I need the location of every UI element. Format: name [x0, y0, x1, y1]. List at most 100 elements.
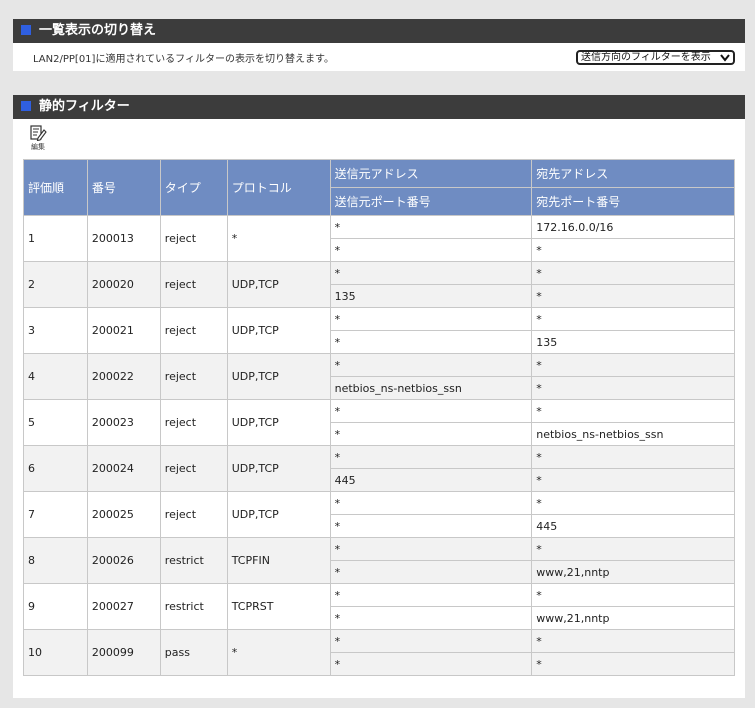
cell-dst-port: *: [531, 376, 735, 400]
cell-src-addr: *: [329, 537, 533, 561]
filter-row: 4 200022 reject UDP,TCP * *: [23, 353, 735, 400]
section-title: 静的フィルター: [39, 99, 130, 114]
cell-src-port: *: [329, 330, 533, 354]
section-header-static-filter: 静的フィルター: [13, 95, 745, 119]
cell-type: reject: [159, 445, 228, 492]
filter-row: 9 200027 restrict TCPRST * *: [23, 583, 735, 630]
cell-dst-addr: *: [531, 445, 735, 469]
cell-src-addr: *: [329, 491, 533, 515]
cell-src-port: *: [329, 606, 533, 630]
cell-order: 6: [23, 445, 88, 492]
cell-number: 200023: [86, 399, 161, 446]
cell-order: 8: [23, 537, 88, 584]
cell-type: restrict: [159, 583, 228, 630]
section-title: 一覧表示の切り替え: [39, 23, 157, 38]
cell-dst-port: www,21,nntp: [531, 560, 735, 584]
display-toggle-panel: LAN2/PP[01]に適用されているフィルターの表示を切り替えます。 送信方向…: [13, 43, 745, 71]
cell-protocol: UDP,TCP: [226, 261, 331, 308]
cell-dst-addr: *: [531, 491, 735, 515]
cell-src-addr: *: [329, 445, 533, 469]
filter-row: 3 200021 reject UDP,TCP * *: [23, 307, 735, 354]
cell-protocol: UDP,TCP: [226, 491, 331, 538]
edit-label: 編集: [31, 143, 45, 151]
cell-number: 200099: [86, 629, 161, 676]
column-header-number: 番号: [86, 159, 161, 216]
cell-dst-port: 135: [531, 330, 735, 354]
cell-src-addr: *: [329, 307, 533, 331]
cell-type: reject: [159, 261, 228, 308]
cell-dst-addr: *: [531, 261, 735, 285]
cell-src-port: *: [329, 514, 533, 538]
column-header-dst-port: 宛先ポート番号: [531, 187, 735, 216]
display-toggle-description: LAN2/PP[01]に適用されているフィルターの表示を切り替えます。: [33, 54, 334, 65]
cell-dst-port: *: [531, 652, 735, 676]
filter-row: 7 200025 reject UDP,TCP * *: [23, 491, 735, 538]
cell-dst-port: www,21,nntp: [531, 606, 735, 630]
cell-protocol: TCPRST: [226, 583, 331, 630]
filter-row: 8 200026 restrict TCPFIN * *: [23, 537, 735, 584]
filter-direction-value: 送信方向のフィルターを表示: [581, 52, 711, 63]
cell-type: reject: [159, 215, 228, 262]
cell-type: restrict: [159, 537, 228, 584]
cell-dst-addr: 172.16.0.0/16: [531, 215, 735, 239]
cell-number: 200013: [86, 215, 161, 262]
cell-src-addr: *: [329, 261, 533, 285]
cell-number: 200026: [86, 537, 161, 584]
cell-order: 2: [23, 261, 88, 308]
filter-direction-select[interactable]: 送信方向のフィルターを表示: [576, 50, 735, 65]
cell-number: 200021: [86, 307, 161, 354]
chevron-down-icon: [720, 54, 730, 63]
cell-protocol: UDP,TCP: [226, 399, 331, 446]
filter-row: 10 200099 pass * * *: [23, 629, 735, 676]
cell-number: 200025: [86, 491, 161, 538]
cell-dst-addr: *: [531, 399, 735, 423]
cell-src-port: 445: [329, 468, 533, 492]
edit-button[interactable]: 編集: [29, 125, 47, 152]
cell-src-port: *: [329, 238, 533, 262]
cell-src-port: *: [329, 652, 533, 676]
filter-row: 5 200023 reject UDP,TCP * *: [23, 399, 735, 446]
cell-order: 10: [23, 629, 88, 676]
cell-order: 4: [23, 353, 88, 400]
cell-protocol: UDP,TCP: [226, 307, 331, 354]
section-marker-icon: [21, 101, 31, 111]
cell-src-addr: *: [329, 399, 533, 423]
cell-protocol: UDP,TCP: [226, 353, 331, 400]
cell-dst-port: *: [531, 238, 735, 262]
cell-dst-port: 445: [531, 514, 735, 538]
cell-dst-port: netbios_ns-netbios_ssn: [531, 422, 735, 446]
column-header-type: タイプ: [159, 159, 228, 216]
cell-src-port: *: [329, 560, 533, 584]
cell-dst-addr: *: [531, 537, 735, 561]
cell-src-addr: *: [329, 629, 533, 653]
cell-src-addr: *: [329, 215, 533, 239]
cell-src-port: 135: [329, 284, 533, 308]
cell-type: reject: [159, 307, 228, 354]
column-header-dst-addr: 宛先アドレス: [531, 159, 735, 188]
cell-number: 200020: [86, 261, 161, 308]
cell-protocol: TCPFIN: [226, 537, 331, 584]
column-header-src-port: 送信元ポート番号: [329, 187, 533, 216]
cell-order: 3: [23, 307, 88, 354]
static-filter-table: 評価順 番号 タイプ プロトコル 送信元アドレス 宛先アドレス 送信元ポート番号…: [23, 159, 735, 676]
filter-row: 2 200020 reject UDP,TCP * *: [23, 261, 735, 308]
cell-type: pass: [159, 629, 228, 676]
static-filter-panel: 編集 評価順 番号 タイプ プロトコル 送信元アドレス 宛先アドレス 送信元ポー…: [13, 119, 745, 698]
cell-number: 200022: [86, 353, 161, 400]
section-header-display-toggle: 一覧表示の切り替え: [13, 19, 745, 43]
cell-dst-port: *: [531, 468, 735, 492]
cell-dst-addr: *: [531, 353, 735, 377]
filter-row: 1 200013 reject * * 172.16.0.0/16: [23, 215, 735, 262]
column-header-src-addr: 送信元アドレス: [329, 159, 533, 188]
cell-src-port: *: [329, 422, 533, 446]
section-marker-icon: [21, 25, 31, 35]
cell-type: reject: [159, 491, 228, 538]
cell-src-addr: *: [329, 583, 533, 607]
cell-number: 200024: [86, 445, 161, 492]
cell-number: 200027: [86, 583, 161, 630]
cell-order: 1: [23, 215, 88, 262]
cell-protocol: *: [226, 629, 331, 676]
column-header-order: 評価順: [23, 159, 88, 216]
filter-row: 6 200024 reject UDP,TCP * *: [23, 445, 735, 492]
cell-order: 9: [23, 583, 88, 630]
